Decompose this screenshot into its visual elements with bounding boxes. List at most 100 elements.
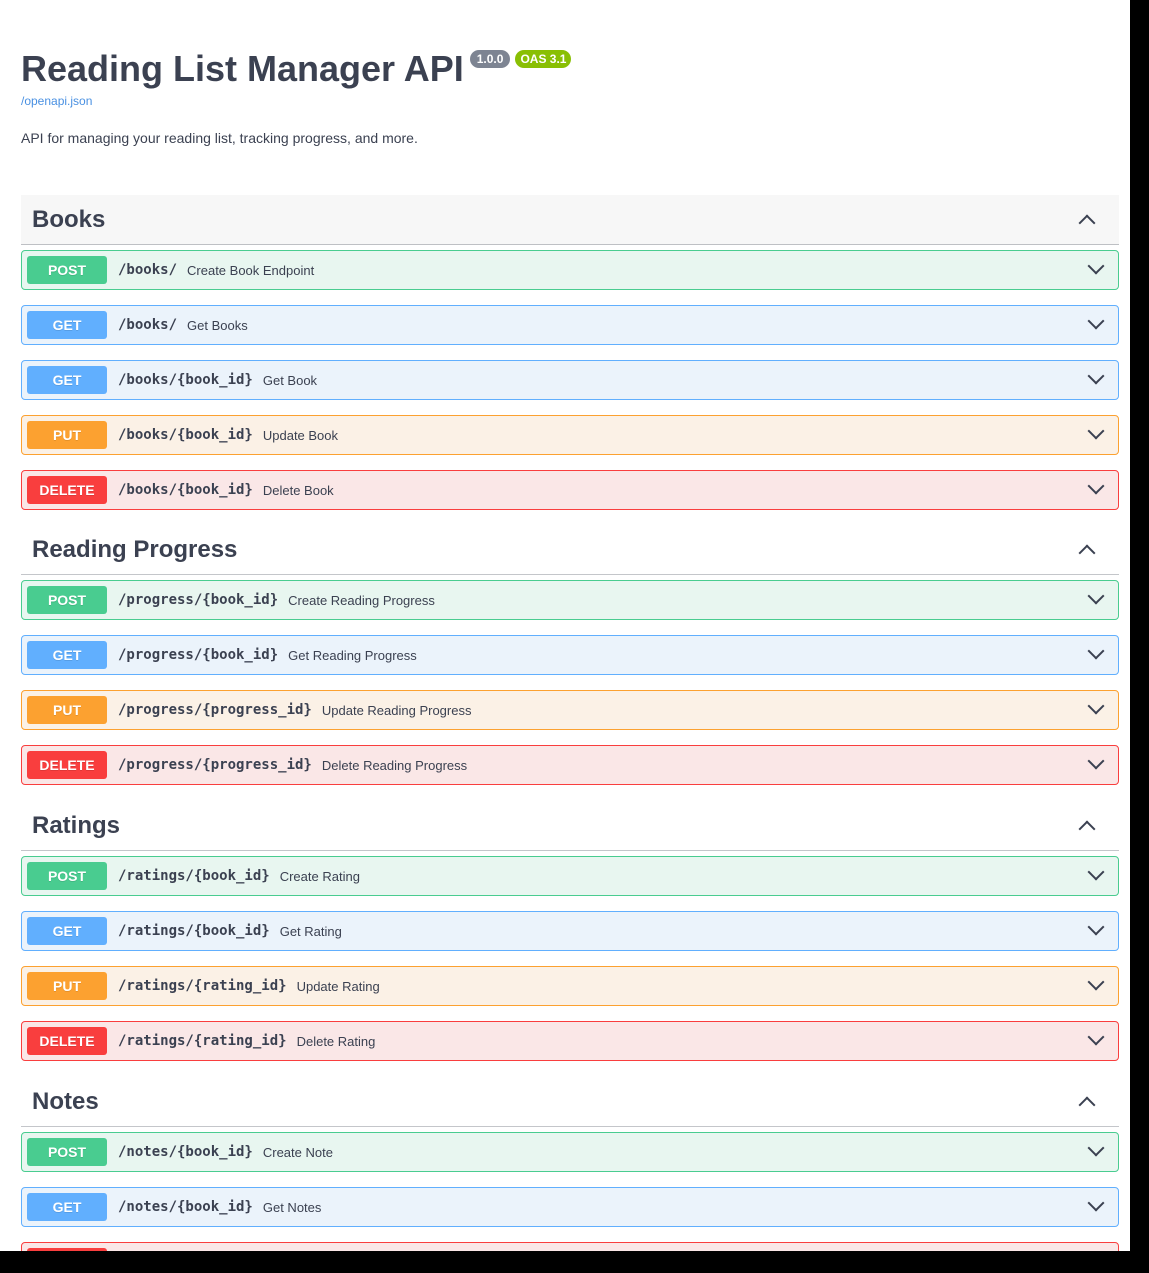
chevron-down-icon[interactable] (1087, 1249, 1105, 1251)
operation-get[interactable]: GET/books/Get Books (21, 305, 1119, 345)
page-title: Reading List Manager API (21, 48, 464, 89)
tag-header[interactable]: Notes (21, 1077, 1119, 1127)
chevron-down-icon[interactable] (1087, 863, 1105, 881)
method-badge: DELETE (27, 751, 107, 779)
operation-delete[interactable]: DELETE (21, 1242, 1119, 1251)
chevron-down-icon[interactable] (1087, 642, 1105, 660)
tag-title: Books (32, 205, 106, 233)
operation-put[interactable]: PUT/progress/{progress_id} Update Reading… (21, 690, 1119, 730)
operation-get[interactable]: GET/ratings/{book_id} Get Rating (21, 911, 1119, 951)
version-badge: 1.0.0 (469, 50, 511, 68)
chevron-down-icon[interactable] (1087, 367, 1105, 385)
operation-summary: Get Reading Progress (288, 647, 417, 663)
operations-list: POST/books/Create Book Endpoint GET/books… (21, 250, 1119, 510)
operations-list: POST/notes/{book_id} Create Note GET/notes… (21, 1132, 1119, 1251)
operation-delete[interactable]: DELETE/ratings/{rating_id} Delete Rating (21, 1021, 1119, 1061)
operation-path: /books/ (118, 262, 178, 278)
chevron-up-icon[interactable] (1078, 214, 1096, 231)
chevron-down-icon[interactable] (1087, 422, 1105, 440)
method-badge: DELETE (27, 1248, 107, 1251)
method-badge: PUT (27, 696, 107, 724)
operation-get[interactable]: GET/notes/{book_id} Get Notes (21, 1187, 1119, 1227)
operation-summary: Get Notes (262, 1199, 322, 1215)
operation-post[interactable]: POST/progress/{book_id} Create Reading Pr… (21, 580, 1119, 620)
operation-summary: Get Rating (279, 923, 342, 939)
operation-post[interactable]: POST/ratings/{book_id} Create Rating (21, 856, 1119, 896)
operation-path: /notes/{book_id} (118, 1199, 253, 1215)
method-badge: PUT (27, 421, 107, 449)
method-badge: GET (27, 1193, 107, 1221)
chevron-down-icon[interactable] (1087, 918, 1105, 936)
operation-path: /progress/{progress_id} (118, 757, 312, 773)
operation-put[interactable]: PUT/books/{book_id} Update Book (21, 415, 1119, 455)
operation-summary: Update Reading Progress (321, 702, 472, 718)
operation-summary: Update Rating (296, 978, 380, 994)
operation-delete[interactable]: DELETE/books/{book_id} Delete Book (21, 470, 1119, 510)
chevron-down-icon[interactable] (1087, 973, 1105, 991)
chevron-down-icon[interactable] (1087, 1194, 1105, 1212)
tag-header[interactable]: Ratings (21, 801, 1119, 851)
oas-badge: OAS 3.1 (515, 50, 572, 68)
method-badge: GET (27, 366, 107, 394)
operation-summary: Delete Rating (296, 1033, 376, 1049)
chevron-down-icon[interactable] (1087, 1139, 1105, 1157)
openapi-json-link[interactable]: /openapi.json (21, 94, 1119, 108)
operation-get[interactable]: GET/books/{book_id} Get Book (21, 360, 1119, 400)
operation-path: /ratings/{book_id} (118, 923, 270, 939)
chevron-up-icon[interactable] (1078, 544, 1096, 561)
operation-path: /ratings/{rating_id} (118, 978, 287, 994)
tag-header[interactable]: Reading Progress (21, 525, 1119, 575)
operation-path: /ratings/{book_id} (118, 868, 270, 884)
operation-path: /books/{book_id} (118, 372, 253, 388)
method-badge: POST (27, 1138, 107, 1166)
chevron-down-icon[interactable] (1087, 257, 1105, 275)
tag-section-books: Books POST/books/Create Book Endpoint GET /… (21, 195, 1119, 525)
chevron-down-icon[interactable] (1087, 587, 1105, 605)
tag-section-reading-progress: Reading Progress POST/progress/{book_id} C… (21, 525, 1119, 800)
chevron-down-icon[interactable] (1087, 477, 1105, 495)
operations-list: POST/ratings/{book_id} Create Rating GET/r… (21, 856, 1119, 1061)
tag-header[interactable]: Books (21, 195, 1119, 245)
tag-title: Reading Progress (32, 535, 238, 563)
method-badge: PUT (27, 972, 107, 1000)
tag-section-notes: Notes POST/notes/{book_id} Create Note GET /… (21, 1077, 1119, 1251)
operation-summary: Update Book (262, 427, 339, 443)
tag-section-ratings: Ratings POST/ratings/{book_id} Create Rati… (21, 801, 1119, 1076)
method-badge: GET (27, 641, 107, 669)
operation-summary: Create Reading Progress (288, 592, 435, 608)
method-badge: DELETE (27, 476, 107, 504)
operation-path: /progress/{progress_id} (118, 702, 312, 718)
chevron-up-icon[interactable] (1078, 1096, 1096, 1113)
operation-path: /books/{book_id} (118, 427, 253, 443)
chevron-down-icon[interactable] (1087, 1028, 1105, 1046)
operation-summary: Delete Reading Progress (321, 757, 468, 773)
operation-path: /books/ (118, 317, 178, 333)
operation-get[interactable]: GET/progress/{book_id} Get Reading Progre… (21, 635, 1119, 675)
title-row: Reading List Manager API 1.0.0 OAS 3.1 (21, 44, 1119, 94)
method-badge: GET (27, 917, 107, 945)
method-badge: POST (27, 862, 107, 890)
swagger-page: Reading List Manager API 1.0.0 OAS 3.1 /… (0, 0, 1130, 1251)
operation-path: /progress/{book_id} (118, 592, 279, 608)
chevron-down-icon[interactable] (1087, 752, 1105, 770)
operation-path: /progress/{book_id} (118, 647, 279, 663)
badges: 1.0.0 OAS 3.1 (469, 50, 577, 68)
operation-post[interactable]: POST/books/Create Book Endpoint (21, 250, 1119, 290)
method-badge: POST (27, 256, 107, 284)
api-description: API for managing your reading list, trac… (21, 130, 418, 146)
tag-title: Notes (32, 1087, 99, 1115)
operation-summary: Delete Book (262, 482, 334, 498)
operation-put[interactable]: PUT/ratings/{rating_id} Update Rating (21, 966, 1119, 1006)
operation-delete[interactable]: DELETE/progress/{progress_id} Delete Read… (21, 745, 1119, 785)
operation-path: /notes/{book_id} (118, 1144, 253, 1160)
chevron-up-icon[interactable] (1078, 820, 1096, 837)
operation-path: /ratings/{rating_id} (118, 1033, 287, 1049)
method-badge: DELETE (27, 1027, 107, 1055)
method-badge: GET (27, 311, 107, 339)
operation-summary: Get Book (262, 372, 318, 388)
chevron-down-icon[interactable] (1087, 312, 1105, 330)
operation-post[interactable]: POST/notes/{book_id} Create Note (21, 1132, 1119, 1172)
operation-summary: Create Book Endpoint (187, 262, 315, 278)
chevron-down-icon[interactable] (1087, 697, 1105, 715)
operations-list: POST/progress/{book_id} Create Reading Pr… (21, 580, 1119, 785)
